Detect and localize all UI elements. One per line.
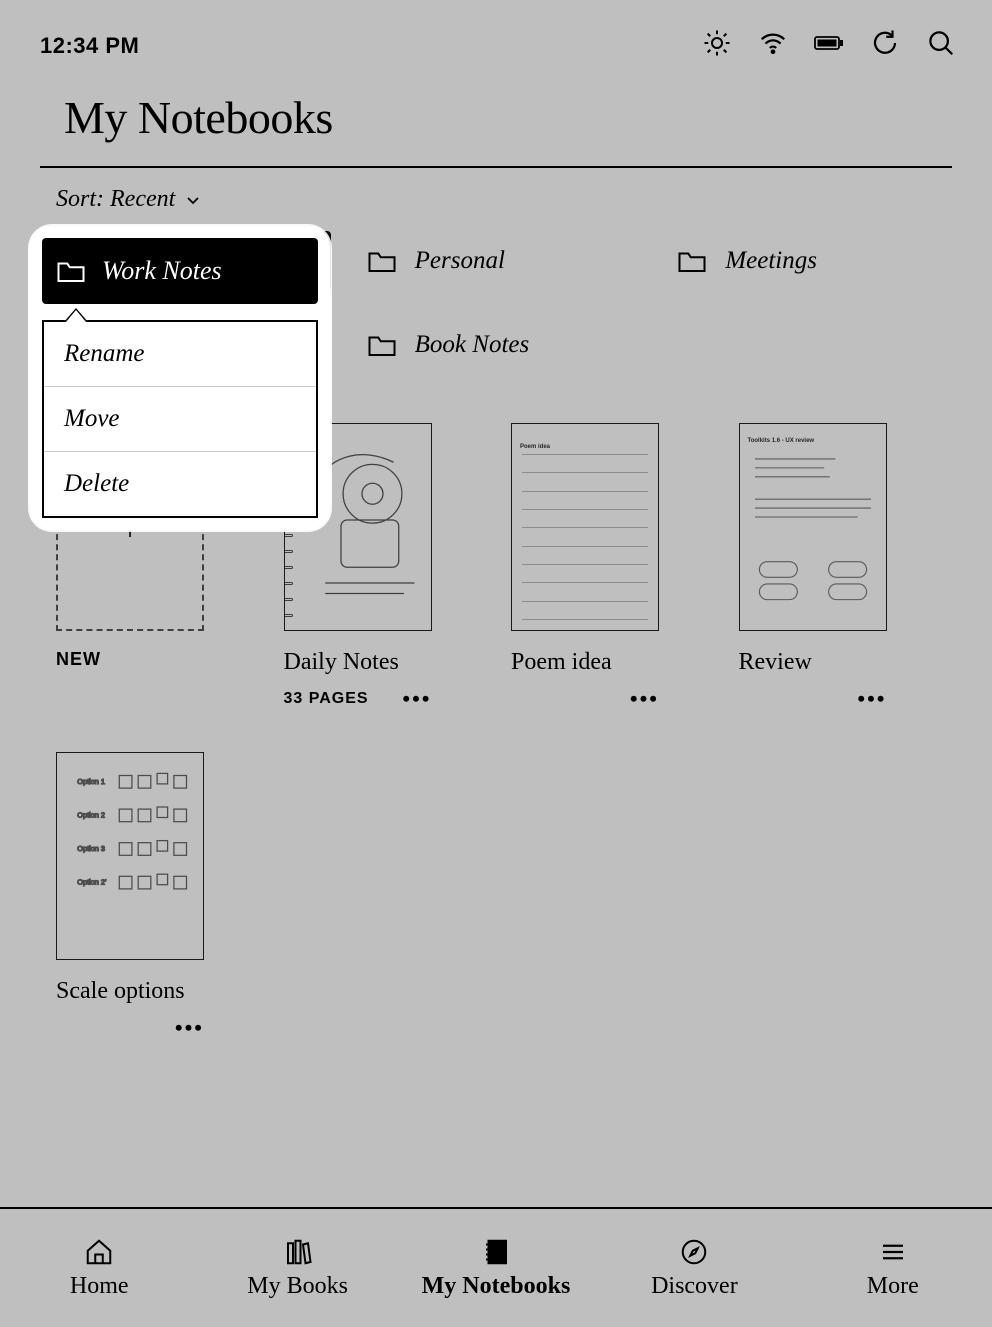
notebook-title: Daily Notes	[284, 649, 482, 676]
page-title: My Notebooks	[64, 91, 928, 144]
more-icon[interactable]: •••	[175, 1015, 204, 1041]
menu-item-delete[interactable]: Delete	[44, 452, 316, 516]
nav-home[interactable]: Home	[0, 1209, 198, 1327]
folder-icon	[367, 332, 397, 358]
context-target-folder[interactable]: Work Notes	[42, 238, 318, 304]
nav-discover[interactable]: Discover	[595, 1209, 793, 1327]
more-icon[interactable]: •••	[402, 686, 431, 712]
battery-icon[interactable]	[814, 28, 844, 63]
thumb-heading: Poem idea	[520, 444, 550, 450]
folder-context-popover: Work Notes Rename Move Delete	[30, 226, 330, 530]
wifi-icon[interactable]	[758, 28, 788, 63]
home-icon	[84, 1237, 114, 1267]
folder-icon	[367, 248, 397, 274]
nav-my-notebooks[interactable]: My Notebooks	[397, 1209, 595, 1327]
search-icon[interactable]	[926, 28, 956, 63]
books-icon	[283, 1237, 313, 1267]
new-notebook-label: NEW	[56, 649, 254, 670]
notebook-icon	[481, 1237, 511, 1267]
compass-icon	[679, 1237, 709, 1267]
notebook-title: Poem idea	[511, 649, 709, 676]
status-icons	[702, 28, 956, 63]
notebook-thumb[interactable]: Option 1 Option 2 Option 3 Option 2'	[56, 752, 204, 960]
notebook-review[interactable]: Toolkits 1.6 - UX review Review •••	[739, 423, 937, 712]
svg-text:Option 3: Option 3	[77, 844, 105, 853]
notebook-title: Review	[739, 649, 937, 676]
notebook-pages: 33 PAGES	[284, 690, 369, 708]
notebook-title: Scale options	[56, 978, 254, 1005]
nav-more[interactable]: More	[794, 1209, 992, 1327]
nav-label: Home	[70, 1273, 129, 1300]
folder-icon	[677, 248, 707, 274]
nav-my-books[interactable]: My Books	[198, 1209, 396, 1327]
folder-icon	[56, 258, 86, 284]
thumb-heading: Toolkits 1.6 - UX review	[748, 438, 815, 444]
more-icon[interactable]: •••	[857, 686, 886, 712]
page-header: My Notebooks	[0, 81, 992, 144]
nav-label: My Books	[247, 1273, 348, 1300]
folder-label: Book Notes	[415, 331, 530, 359]
svg-text:Option 2: Option 2	[77, 811, 105, 820]
nav-label: Discover	[651, 1273, 738, 1300]
sort-label: Sort: Recent	[56, 186, 175, 213]
menu-icon	[878, 1237, 908, 1267]
svg-text:Option 1: Option 1	[77, 777, 105, 786]
context-menu: Rename Move Delete	[42, 320, 318, 518]
status-bar: 12:34 PM	[0, 0, 992, 81]
notebook-thumb[interactable]: Poem idea	[511, 423, 659, 631]
brightness-icon[interactable]	[702, 28, 732, 63]
folder-book-notes[interactable]: Book Notes	[351, 315, 642, 375]
context-target-label: Work Notes	[102, 256, 222, 286]
notebook-thumb[interactable]: Toolkits 1.6 - UX review	[739, 423, 887, 631]
bottom-nav: Home My Books My Notebooks Discover More	[0, 1207, 992, 1327]
chevron-down-icon	[185, 192, 201, 208]
svg-text:Option 2': Option 2'	[77, 878, 107, 887]
notebook-poem-idea[interactable]: Poem idea Poem idea •••	[511, 423, 709, 712]
sort-dropdown[interactable]: Sort: Recent	[56, 186, 201, 213]
folder-label: Meetings	[725, 247, 817, 275]
menu-item-rename[interactable]: Rename	[44, 322, 316, 387]
notebook-scale-options[interactable]: Option 1 Option 2 Option 3 Option 2' Sca…	[56, 752, 254, 1041]
folder-label: Personal	[415, 247, 505, 275]
more-icon[interactable]: •••	[630, 686, 659, 712]
clock: 12:34 PM	[40, 33, 139, 59]
sync-icon[interactable]	[870, 28, 900, 63]
folder-personal[interactable]: Personal	[351, 231, 642, 291]
nav-label: More	[867, 1273, 919, 1300]
nav-label: My Notebooks	[422, 1273, 571, 1300]
menu-item-move[interactable]: Move	[44, 387, 316, 452]
folder-meetings[interactable]: Meetings	[661, 231, 952, 291]
